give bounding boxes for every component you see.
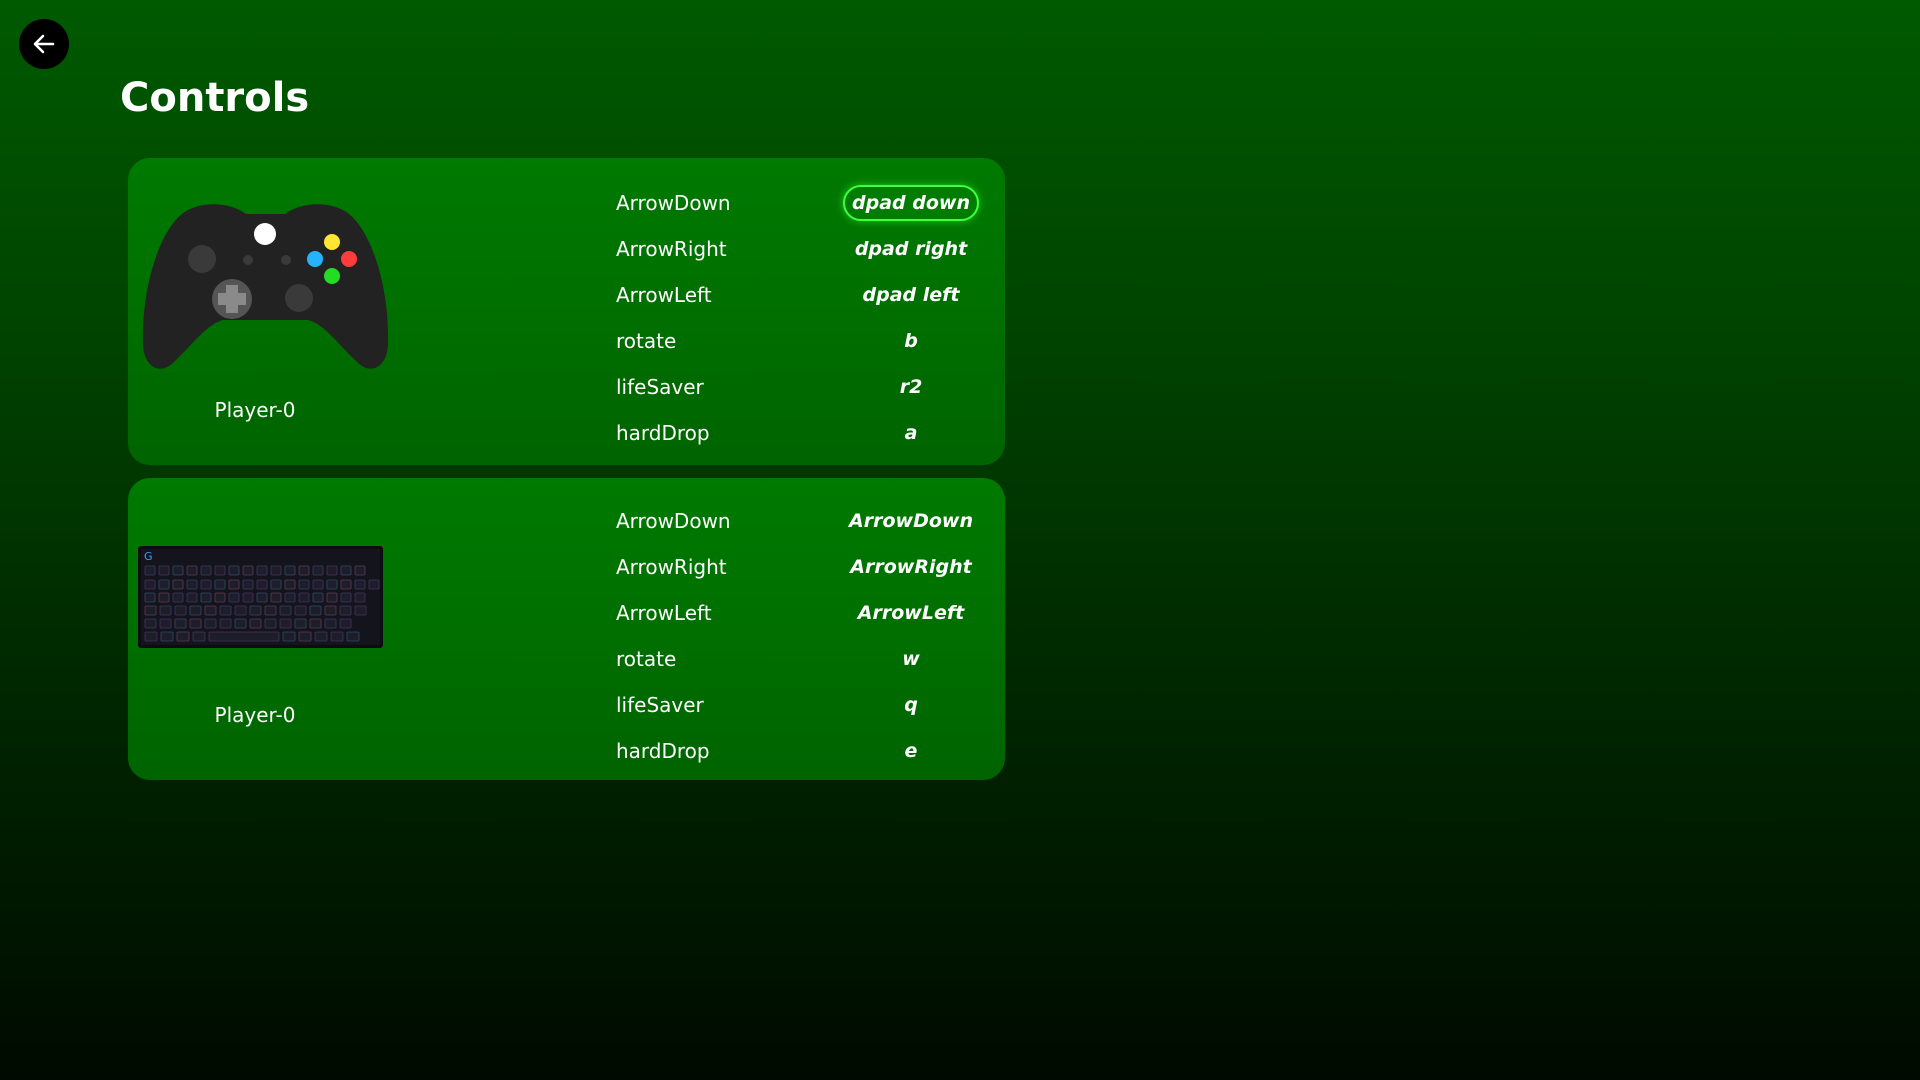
action-label: hardDrop (616, 739, 710, 763)
binding-row: ArrowDown ArrowDown (616, 498, 991, 544)
page-title: Controls (120, 75, 310, 121)
key-binding-button[interactable]: w (843, 641, 979, 677)
key-binding-button[interactable]: r2 (843, 369, 979, 405)
player-label: Player-0 (214, 398, 296, 422)
key-binding-button[interactable]: dpad right (843, 231, 979, 267)
action-label: rotate (616, 329, 677, 353)
binding-row: ArrowLeft ArrowLeft (616, 590, 991, 636)
arrow-left-icon (33, 34, 55, 54)
key-binding-button[interactable]: ArrowDown (843, 503, 979, 539)
gamepad-icon (138, 196, 393, 380)
key-binding-button[interactable]: e (843, 733, 979, 769)
binding-row: rotate w (616, 636, 991, 682)
action-label: rotate (616, 647, 677, 671)
player-label: Player-0 (214, 703, 296, 727)
binding-row: lifeSaver r2 (616, 364, 991, 410)
action-label: hardDrop (616, 421, 710, 445)
action-label: ArrowRight (616, 555, 727, 579)
binding-row: lifeSaver q (616, 682, 991, 728)
binding-row: hardDrop e (616, 728, 991, 774)
action-label: ArrowDown (616, 509, 731, 533)
binding-row: ArrowDown dpad down (616, 180, 991, 226)
key-binding-button[interactable]: dpad left (843, 277, 979, 313)
action-label: lifeSaver (616, 693, 704, 717)
keyboard-icon: G (138, 546, 393, 652)
key-binding-button[interactable]: a (843, 415, 979, 451)
gamepad-controls-card: Player-0 ArrowDown dpad down ArrowRight … (128, 158, 1005, 465)
binding-list: ArrowDown ArrowDown ArrowRight ArrowRigh… (616, 498, 991, 774)
key-binding-button[interactable]: b (843, 323, 979, 359)
binding-row: ArrowRight dpad right (616, 226, 991, 272)
action-label: ArrowLeft (616, 283, 712, 307)
key-binding-button[interactable]: ArrowRight (843, 549, 979, 585)
keyboard-controls-card: G Player-0 ArrowDown ArrowDown ArrowRigh… (128, 478, 1005, 780)
svg-text:G: G (144, 550, 153, 563)
binding-row: ArrowLeft dpad left (616, 272, 991, 318)
binding-list: ArrowDown dpad down ArrowRight dpad righ… (616, 180, 991, 456)
back-button[interactable] (19, 19, 69, 69)
action-label: ArrowRight (616, 237, 727, 261)
key-binding-button[interactable]: q (843, 687, 979, 723)
binding-row: ArrowRight ArrowRight (616, 544, 991, 590)
binding-row: rotate b (616, 318, 991, 364)
key-binding-button[interactable]: ArrowLeft (843, 595, 979, 631)
action-label: lifeSaver (616, 375, 704, 399)
key-binding-button[interactable]: dpad down (843, 185, 979, 221)
action-label: ArrowLeft (616, 601, 712, 625)
binding-row: hardDrop a (616, 410, 991, 456)
action-label: ArrowDown (616, 191, 731, 215)
